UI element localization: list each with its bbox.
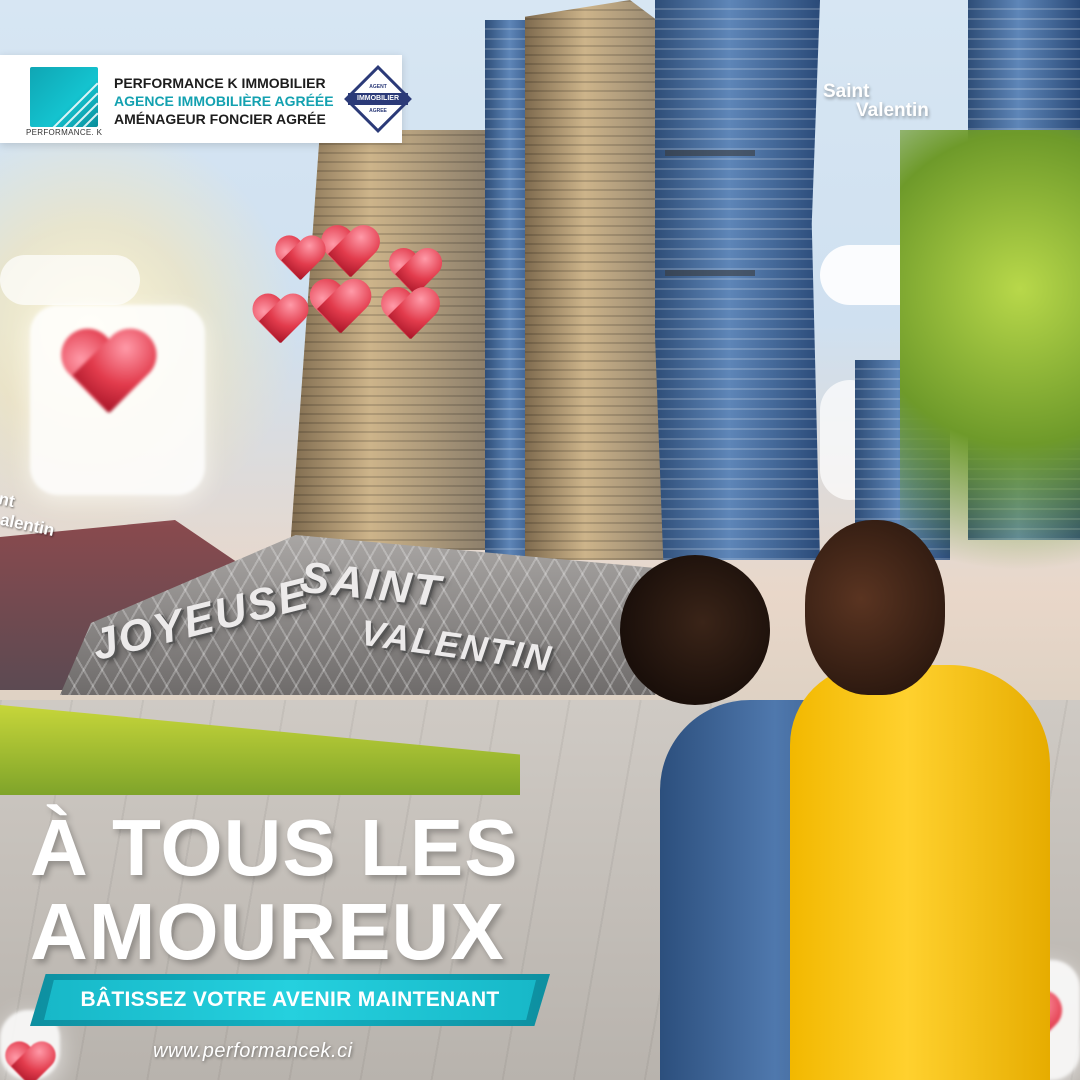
corner-tag-line2: Valentin (856, 100, 929, 121)
skyscraper-center (525, 0, 675, 560)
heart-balloon (379, 289, 442, 346)
badge-bottom: AGREE (369, 108, 387, 114)
skyscraper-twisted (655, 0, 820, 560)
logo-caption: PERFORMANCE. K (26, 128, 103, 137)
company-line2: AGENCE IMMOBILIÈRE AGRÉÉE (114, 93, 334, 109)
headline-line2: AMOUREUX (30, 887, 505, 976)
brand-logo-icon (30, 67, 98, 127)
badge-middle: IMMOBILIER (348, 93, 408, 105)
heart-balloon (307, 280, 373, 339)
heart-balloon (319, 227, 382, 284)
heart-balloon (273, 237, 327, 286)
website-link[interactable]: www.performancek.ci (153, 1040, 353, 1063)
heart-balloon (250, 295, 310, 349)
corner-tag-line1: Saint (823, 81, 870, 102)
cloud (0, 255, 140, 305)
building-band (665, 270, 755, 276)
poster: JOYEUSE SAINT VALENTIN nt alentin PERFOR… (0, 0, 1080, 1080)
badge-top: AGENT (369, 84, 387, 90)
brand-header: PERFORMANCE. K PERFORMANCE K IMMOBILIER … (0, 55, 412, 143)
heart-icon (57, 331, 159, 423)
man-head (805, 520, 945, 695)
man-figure (790, 665, 1050, 1080)
company-name: PERFORMANCE K IMMOBILIER (114, 75, 326, 91)
heart-icon (3, 1043, 57, 1080)
headline-line1: À TOUS LES (30, 803, 519, 892)
woman-head (620, 555, 770, 705)
company-line3: AMÉNAGEUR FONCIER AGRÉE (114, 111, 326, 127)
ribbon-text: BÂTISSEZ VOTRE AVENIR MAINTENANT (44, 980, 536, 1020)
agent-immobilier-badge-icon: AGENT IMMOBILIER AGREE (344, 65, 412, 133)
building-band (665, 150, 755, 156)
